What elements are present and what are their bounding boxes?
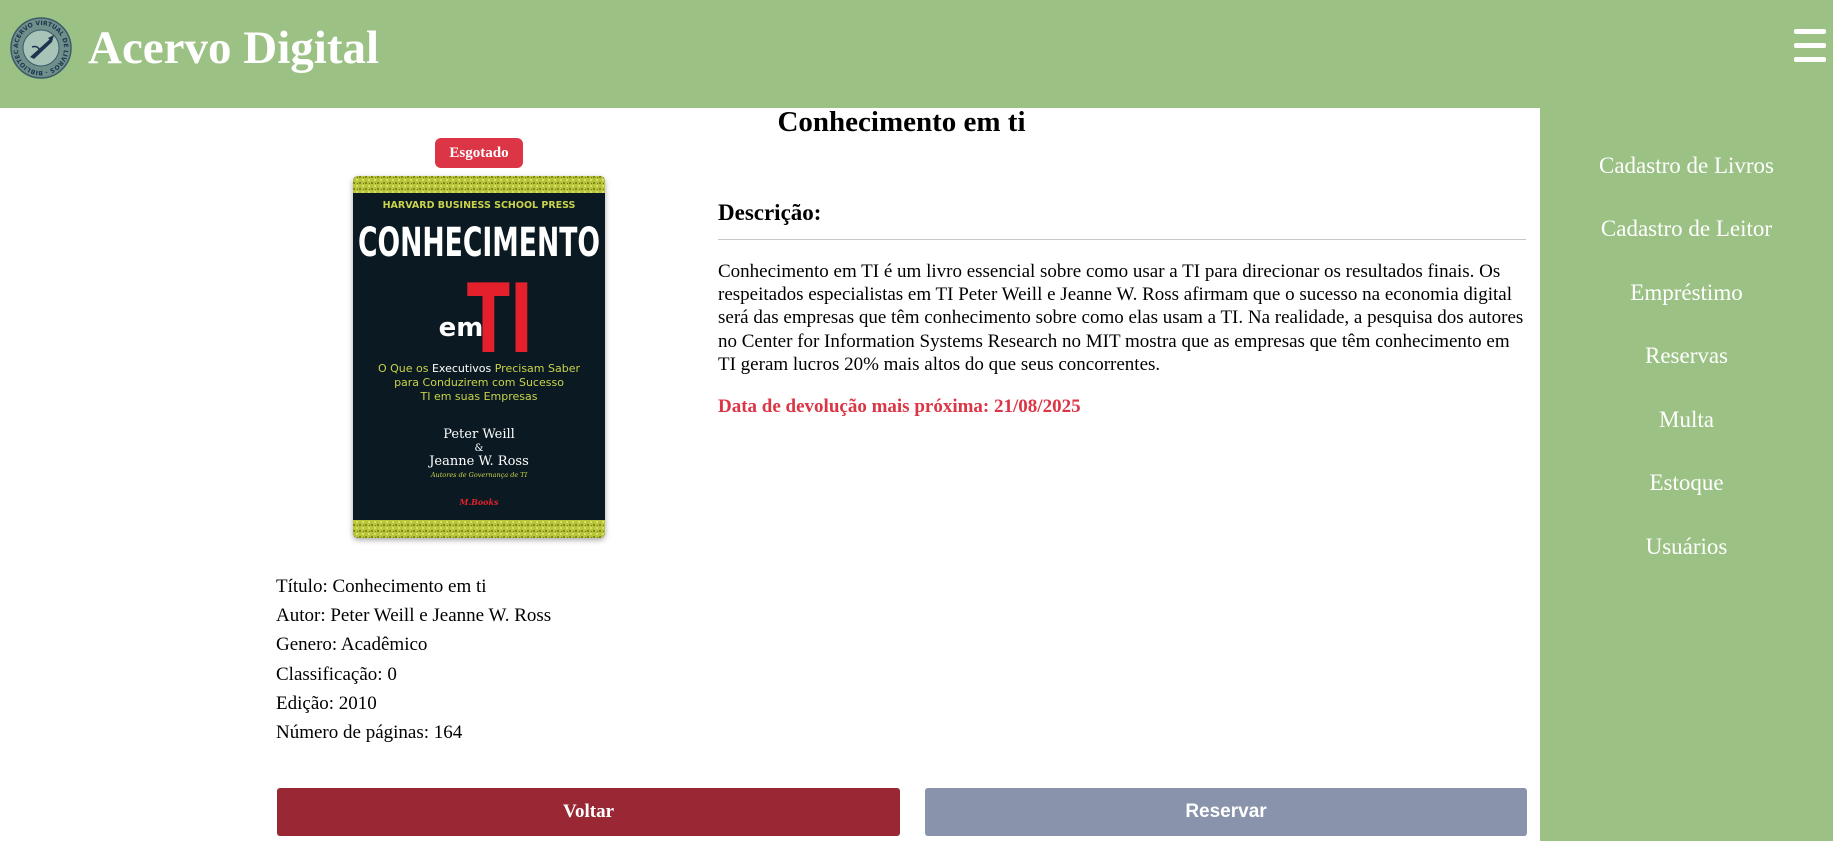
- info-author: Autor: Peter Weill e Jeanne W. Ross: [276, 605, 552, 627]
- sidebar-item-usuarios[interactable]: Usuários: [1540, 532, 1833, 562]
- cover-author-1: Peter Weill: [443, 427, 515, 442]
- info-genre: Genero: Acadêmico: [276, 634, 428, 656]
- back-button[interactable]: Voltar: [277, 788, 900, 836]
- cover-subtitle-1: O Que os Executivos Precisam Saber: [378, 362, 581, 375]
- cover-amp: &: [475, 443, 484, 454]
- divider: [718, 239, 1526, 240]
- library-logo[interactable]: ACERVO VIRTUAL DE LIVROS · BIBLIOTECA SC…: [8, 12, 72, 79]
- reserve-button[interactable]: Reservar: [925, 788, 1527, 836]
- cover-subtitle-2: para Conduzirem com Sucesso: [394, 376, 564, 389]
- cover-title: CONHECIMENTO: [358, 220, 600, 266]
- info-pages: Número de páginas: 164: [276, 722, 463, 744]
- sidebar-item-multa[interactable]: Multa: [1540, 405, 1833, 435]
- info-rating: Classificação: 0: [276, 663, 397, 685]
- cover-title-big: TI: [467, 265, 533, 375]
- cover-author-note: Autores de Governança de TI: [430, 471, 528, 479]
- description-heading: Descrição:: [718, 200, 822, 225]
- info-edition: Edição: 2010: [276, 692, 377, 714]
- sidebar-item-cadastro-livros[interactable]: Cadastro de Livros: [1540, 151, 1833, 181]
- status-badge: Esgotado: [435, 138, 523, 168]
- app-title[interactable]: Acervo Digital: [88, 18, 379, 78]
- cover-author-2: Jeanne W. Ross: [427, 454, 529, 469]
- sidebar-item-estoque[interactable]: Estoque: [1540, 468, 1833, 498]
- sidebar-item-emprestimo[interactable]: Empréstimo: [1540, 278, 1833, 308]
- cover-subtitle-3: TI em suas Empresas: [419, 390, 537, 403]
- page-title: Conhecimento em ti: [777, 106, 1026, 138]
- cover-imprint-logo: M.Books: [458, 497, 499, 507]
- info-title: Título: Conhecimento em ti: [276, 576, 487, 597]
- sidebar-item-cadastro-leitor[interactable]: Cadastro de Leitor: [1540, 214, 1833, 244]
- next-return-date: Data de devolução mais próxima: 21/08/20…: [718, 396, 1081, 417]
- cover-publisher: HARVARD BUSINESS SCHOOL PRESS: [383, 200, 576, 211]
- sidebar-nav: Cadastro de Livros Cadastro de Leitor Em…: [1540, 108, 1833, 841]
- book-cover-image: HARVARD BUSINESS SCHOOL PRESS CONHECIMEN…: [353, 176, 605, 538]
- sidebar-item-reservas[interactable]: Reservas: [1540, 341, 1833, 371]
- app-header: ACERVO VIRTUAL DE LIVROS · BIBLIOTECA SC…: [0, 0, 1833, 108]
- book-info-list: Título: Conhecimento em ti Autor: Peter …: [276, 572, 551, 747]
- hamburger-menu-icon[interactable]: [1794, 29, 1826, 63]
- description-text: Conhecimento em TI é um livro essencial …: [718, 261, 1524, 375]
